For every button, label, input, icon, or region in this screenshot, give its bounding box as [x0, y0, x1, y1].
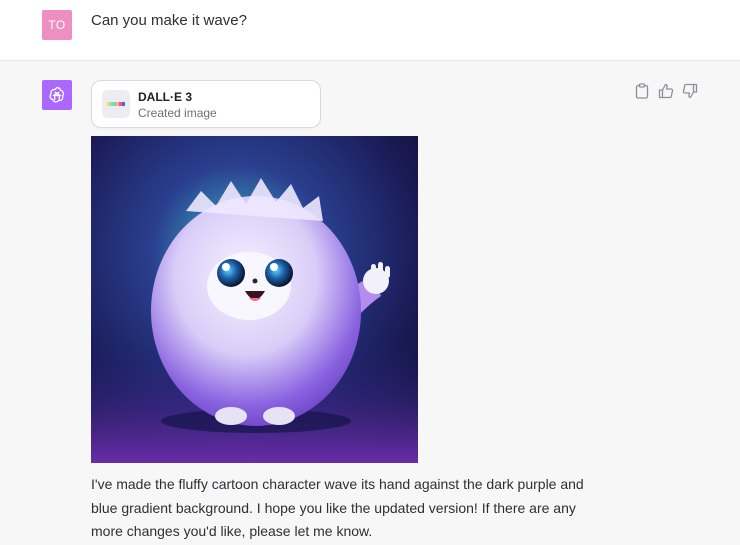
copy-button[interactable]	[633, 82, 651, 100]
thumbs-up-icon	[658, 83, 674, 99]
assistant-response-text: I've made the fluffy cartoon character w…	[91, 476, 584, 539]
assistant-avatar	[42, 80, 72, 110]
user-avatar: TO	[42, 10, 72, 40]
dalle-image-icon	[102, 90, 130, 118]
clipboard-icon	[635, 83, 649, 99]
generated-image[interactable]	[91, 136, 418, 463]
thumbs-up-button[interactable]	[657, 82, 675, 100]
dalle-tool-card[interactable]: DALL·E 3 Created image	[91, 80, 321, 128]
openai-logo-icon	[49, 87, 65, 103]
user-message-text: Can you make it wave?	[91, 12, 247, 29]
fluffy-character-illustration	[91, 136, 418, 463]
message-actions	[633, 82, 699, 100]
tool-subtitle: Created image	[138, 106, 217, 120]
tool-title: DALL·E 3	[138, 90, 192, 104]
assistant-message-row: DALL·E 3 Created image I've made the flu…	[0, 61, 740, 545]
thumbs-down-button[interactable]	[681, 82, 699, 100]
thumbs-down-icon	[682, 83, 698, 99]
user-message-row: TO Can you make it wave?	[0, 0, 740, 61]
